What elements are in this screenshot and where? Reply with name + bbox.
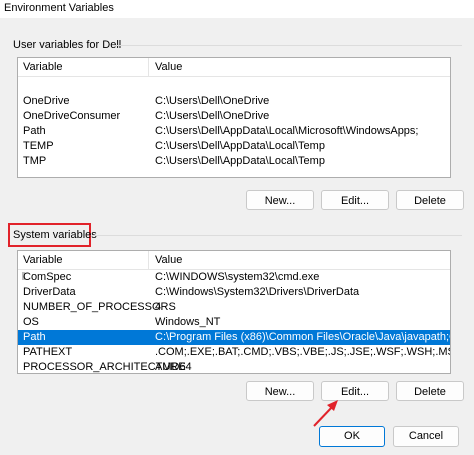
user-list-header: Variable Value <box>18 58 450 77</box>
variable-name: OS <box>23 316 39 328</box>
variable-name: ComSpec <box>23 271 72 283</box>
variable-name: TMP <box>23 155 47 167</box>
variable-value: .COM;.EXE;.BAT;.CMD;.VBS;.VBE;.JS;.JSE;.… <box>155 346 451 358</box>
variable-name: Path <box>23 331 46 343</box>
column-header-variable[interactable]: Variable <box>23 254 63 266</box>
variable-value: C:\WINDOWS\system32\cmd.exe <box>155 271 320 283</box>
variable-value: C:\Users\Dell\AppData\Local\Temp <box>155 155 325 167</box>
system-delete-button[interactable]: Delete <box>396 381 464 401</box>
table-row[interactable]: TMP C:\Users\Dell\AppData\Local\Temp <box>18 154 450 169</box>
variable-name: NUMBER_OF_PROCESSORS <box>23 301 176 313</box>
variable-value: C:\Users\Dell\AppData\Local\Temp <box>155 140 325 152</box>
user-variables-list[interactable]: Variable Value OneDrive C:\Users\Dell\On… <box>17 57 451 178</box>
user-variables-label: User variables for Dell <box>13 39 122 51</box>
variable-value: C:\Users\Dell\OneDrive <box>155 95 270 107</box>
variable-name: TEMP <box>23 140 54 152</box>
ok-button[interactable]: OK <box>319 426 385 447</box>
column-separator[interactable] <box>148 58 149 76</box>
table-row[interactable]: OS Windows_NT <box>18 315 450 330</box>
table-row[interactable]: OneDrive C:\Users\Dell\OneDrive <box>18 94 450 109</box>
table-row[interactable]: DriverData C:\Windows\System32\Drivers\D… <box>18 285 450 300</box>
variable-name: OneDriveConsumer <box>23 110 121 122</box>
column-header-value[interactable]: Value <box>155 254 182 266</box>
variable-value: C:\Users\Dell\OneDrive <box>155 110 270 122</box>
window-title: Environment Variables <box>4 2 114 14</box>
variable-value: Windows_NT <box>155 316 221 328</box>
table-row[interactable]: NUMBER_OF_PROCESSORS 4 <box>18 300 450 315</box>
table-row[interactable]: OneDriveConsumer C:\Users\Dell\OneDrive <box>18 109 450 124</box>
cancel-button[interactable]: Cancel <box>393 426 459 447</box>
user-new-button[interactable]: New... <box>246 190 314 210</box>
user-group-divider <box>112 45 462 46</box>
system-variables-label: System variables <box>13 229 97 241</box>
system-list-header: Variable Value <box>18 251 450 270</box>
column-separator[interactable] <box>148 251 149 269</box>
column-header-variable[interactable]: Variable <box>23 61 63 73</box>
variable-value: C:\Program Files (x86)\Common Files\Orac… <box>155 331 450 343</box>
table-row[interactable]: PATHEXT .COM;.EXE;.BAT;.CMD;.VBS;.VBE;.J… <box>18 345 450 360</box>
user-edit-button[interactable]: Edit... <box>321 190 389 210</box>
variable-name: PATHEXT <box>23 346 73 358</box>
system-group-divider <box>92 235 462 236</box>
variable-value: C:\Windows\System32\Drivers\DriverData <box>155 286 360 298</box>
column-header-value[interactable]: Value <box>155 61 182 73</box>
variable-value: C:\Users\Dell\AppData\Local\Microsoft\Wi… <box>155 125 419 137</box>
table-row[interactable]: ComSpec C:\WINDOWS\system32\cmd.exe <box>18 270 450 285</box>
system-new-button[interactable]: New... <box>246 381 314 401</box>
user-delete-button[interactable]: Delete <box>396 190 464 210</box>
annotation-arrow-icon <box>313 400 338 427</box>
variable-name: DriverData <box>23 286 76 298</box>
table-row-selected[interactable]: Path C:\Program Files (x86)\Common Files… <box>18 330 450 345</box>
title-bar: Environment Variables <box>0 0 474 18</box>
table-row[interactable]: PROCESSOR_ARCHITECTURE AMD64 <box>18 360 450 373</box>
variable-name: OneDrive <box>23 95 70 107</box>
system-variables-list[interactable]: Variable Value ComSpec C:\WINDOWS\system… <box>17 250 451 374</box>
variable-value: 4 <box>155 301 162 313</box>
variable-name: Path <box>23 125 46 137</box>
table-row[interactable]: TEMP C:\Users\Dell\AppData\Local\Temp <box>18 139 450 154</box>
variable-value: AMD64 <box>155 361 192 373</box>
table-row[interactable]: Path C:\Users\Dell\AppData\Local\Microso… <box>18 124 450 139</box>
